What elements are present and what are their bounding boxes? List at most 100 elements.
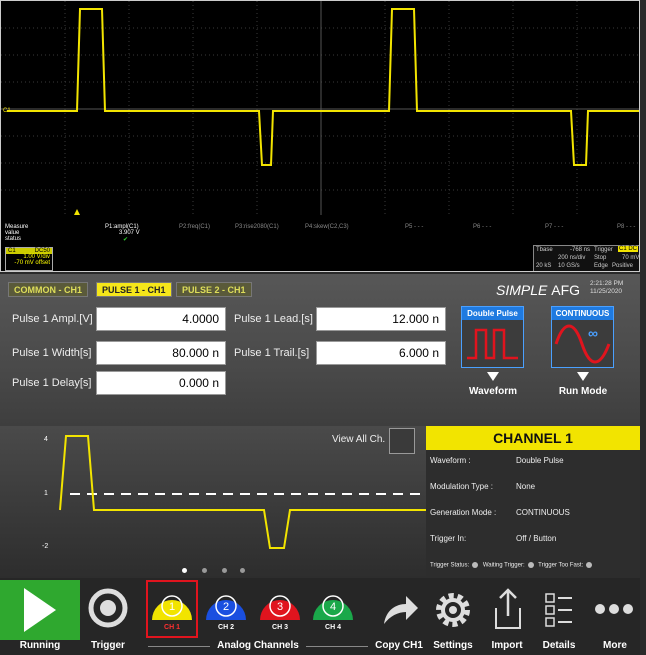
trigger-icon — [88, 588, 128, 628]
app-logo: SIMPLE AFG — [496, 282, 580, 298]
pulse1-lead-input[interactable]: 12.000 n — [316, 307, 446, 331]
settings-label: Settings — [433, 640, 473, 651]
copy-button[interactable] — [380, 590, 420, 630]
info-label: Modulation Type : — [430, 482, 494, 491]
trigger-too-fast-led — [586, 562, 593, 568]
measurement-name[interactable]: P8 - - - — [617, 224, 635, 230]
info-value: Off / Button — [516, 534, 557, 543]
channel-1-number: 1 — [169, 601, 175, 613]
svg-text:∞: ∞ — [588, 325, 598, 341]
import-button[interactable] — [488, 586, 528, 632]
channel-4-number: 4 — [330, 601, 336, 613]
details-label: Details — [542, 640, 576, 651]
clock-time: 2:21:28 PM — [590, 280, 624, 287]
ch1-ground-marker: C1 — [3, 108, 11, 114]
page-dot-active[interactable] — [182, 568, 187, 573]
view-all-checkbox[interactable] — [389, 428, 415, 454]
page-dot[interactable] — [240, 568, 245, 573]
trigger-too-fast-label: Trigger Too Fast: — [538, 562, 584, 569]
channel-2-number: 2 — [223, 601, 229, 613]
running-label: Running — [19, 640, 61, 651]
pulse1-width-input[interactable]: 80.000 n — [96, 341, 226, 365]
ch1-trace — [7, 8, 639, 166]
preview-plot — [59, 435, 426, 549]
trigger-label: Trigger — [91, 640, 125, 651]
waiting-trigger-led — [527, 562, 534, 568]
measurement-name[interactable]: P4:skew(C2,C3) — [305, 224, 349, 230]
trigger-marker — [74, 209, 80, 215]
view-all-label: View All Ch. — [332, 434, 386, 445]
status-label: status — [5, 236, 22, 242]
ch1-offset: -70 mV offset — [14, 260, 50, 266]
channel-2-icon: 2 — [206, 595, 246, 620]
y-tick-4: 4 — [44, 436, 48, 443]
trigger-mode: Stop — [594, 255, 607, 261]
pulse1-lead-label: Pulse 1 Lead.[s] — [234, 313, 313, 325]
import-icon — [495, 588, 521, 629]
analog-channels-label: Analog Channels — [210, 640, 306, 651]
copy-arrow-icon — [384, 596, 418, 624]
channel-info-panel: CHANNEL 1 Waveform : Double Pulse Modula… — [426, 426, 640, 578]
details-button[interactable] — [540, 588, 580, 632]
more-label: More — [603, 640, 627, 651]
pulse1-trail-input[interactable]: 6.000 n — [316, 341, 446, 365]
trigger-status-led — [472, 562, 479, 568]
info-value: CONTINUOUS — [516, 508, 570, 517]
waveform-preview[interactable]: 4 1 -2 View All Ch. — [0, 426, 426, 578]
clock: 2:21:28 PM 11/25/2020 — [590, 280, 623, 296]
afg-panel: COMMON - CH1 PULSE 1 - CH1 PULSE 2 - CH1… — [0, 274, 640, 426]
info-value: Double Pulse — [516, 456, 564, 465]
tbase-label: Tbase — [536, 247, 553, 253]
ch1-name: C1 — [8, 248, 16, 254]
trigger-button[interactable] — [86, 584, 130, 634]
more-button[interactable] — [592, 594, 638, 624]
details-list-icon — [545, 593, 572, 627]
play-icon — [24, 588, 56, 632]
measurement-name[interactable]: P6 - - - — [473, 224, 491, 230]
measurement-name[interactable]: P3:rise2080(C1) — [235, 224, 279, 230]
run-button[interactable] — [0, 580, 80, 640]
measurement-name[interactable]: P5 - - - — [405, 224, 423, 230]
waiting-trigger-label: Waiting Trigger: — [482, 562, 525, 569]
ch4-label: CH 4 — [325, 624, 341, 631]
pulse1-delay-input[interactable]: 0.000 n — [96, 371, 226, 395]
run-mode-label: Run Mode — [558, 386, 608, 397]
more-dots-icon — [595, 604, 633, 614]
ch1-descriptor[interactable]: C1 DC50 1.00 V/div -70 mV offset — [5, 247, 53, 271]
trigger-slope: Positive — [612, 263, 634, 269]
ch1-label: CH 1 — [164, 624, 180, 631]
waveform-arrow-icon — [487, 372, 499, 381]
y-tick-neg2: -2 — [42, 543, 49, 550]
copy-label: Copy CH1 — [375, 640, 423, 651]
timebase-trigger-box[interactable]: Tbase -768 ns Trigger C1 DC 200 ns/div S… — [533, 245, 639, 271]
pulse1-ampl-input[interactable]: 4.0000 — [96, 307, 226, 331]
page-dot[interactable] — [202, 568, 207, 573]
measurement-status: ✔ — [123, 237, 129, 243]
pulse1-trail-label: Pulse 1 Trail.[s] — [234, 347, 310, 359]
trigger-status-label: Trigger Status: — [430, 562, 470, 569]
ch2-label: CH 2 — [218, 624, 234, 631]
pulse1-width-label: Pulse 1 Width[s] — [12, 347, 92, 359]
double-pulse-icon — [467, 328, 518, 360]
info-label: Trigger In: — [430, 534, 467, 543]
info-value: None — [516, 482, 536, 491]
tab-common-ch1[interactable]: COMMON - CH1 — [8, 282, 88, 297]
page-dot[interactable] — [222, 568, 227, 573]
gear-icon — [436, 593, 470, 627]
pulse1-delay-label: Pulse 1 Delay[s] — [12, 377, 92, 389]
waveform-button[interactable]: Double Pulse — [461, 306, 524, 368]
tab-pulse1-ch1[interactable]: PULSE 1 - CH1 — [96, 282, 172, 297]
sample-count: 20 kS — [536, 263, 552, 269]
scope-display: C1 Measure value status P1:ampl(C1) 3.90… — [0, 0, 640, 272]
channel-3-number: 3 — [277, 601, 283, 613]
measurement-name[interactable]: P7 - - - — [545, 224, 563, 230]
pulse1-ampl-label: Pulse 1 Ampl.[V] — [12, 313, 93, 325]
run-mode-button[interactable]: CONTINUOUS ∞ — [551, 306, 614, 368]
trigger-status-row: Trigger Status: Waiting Trigger: Trigger… — [430, 562, 595, 569]
measurement-name[interactable]: P2:freq(C1) — [179, 224, 210, 230]
tab-pulse2-ch1[interactable]: PULSE 2 - CH1 — [176, 282, 252, 297]
settings-button[interactable] — [432, 588, 474, 632]
bottom-toolbar: Running Trigger 1 CH 1 2 CH 2 3 CH 3 4 C… — [0, 578, 640, 655]
ch3-label: CH 3 — [272, 624, 288, 631]
info-label: Waveform : — [430, 456, 471, 465]
